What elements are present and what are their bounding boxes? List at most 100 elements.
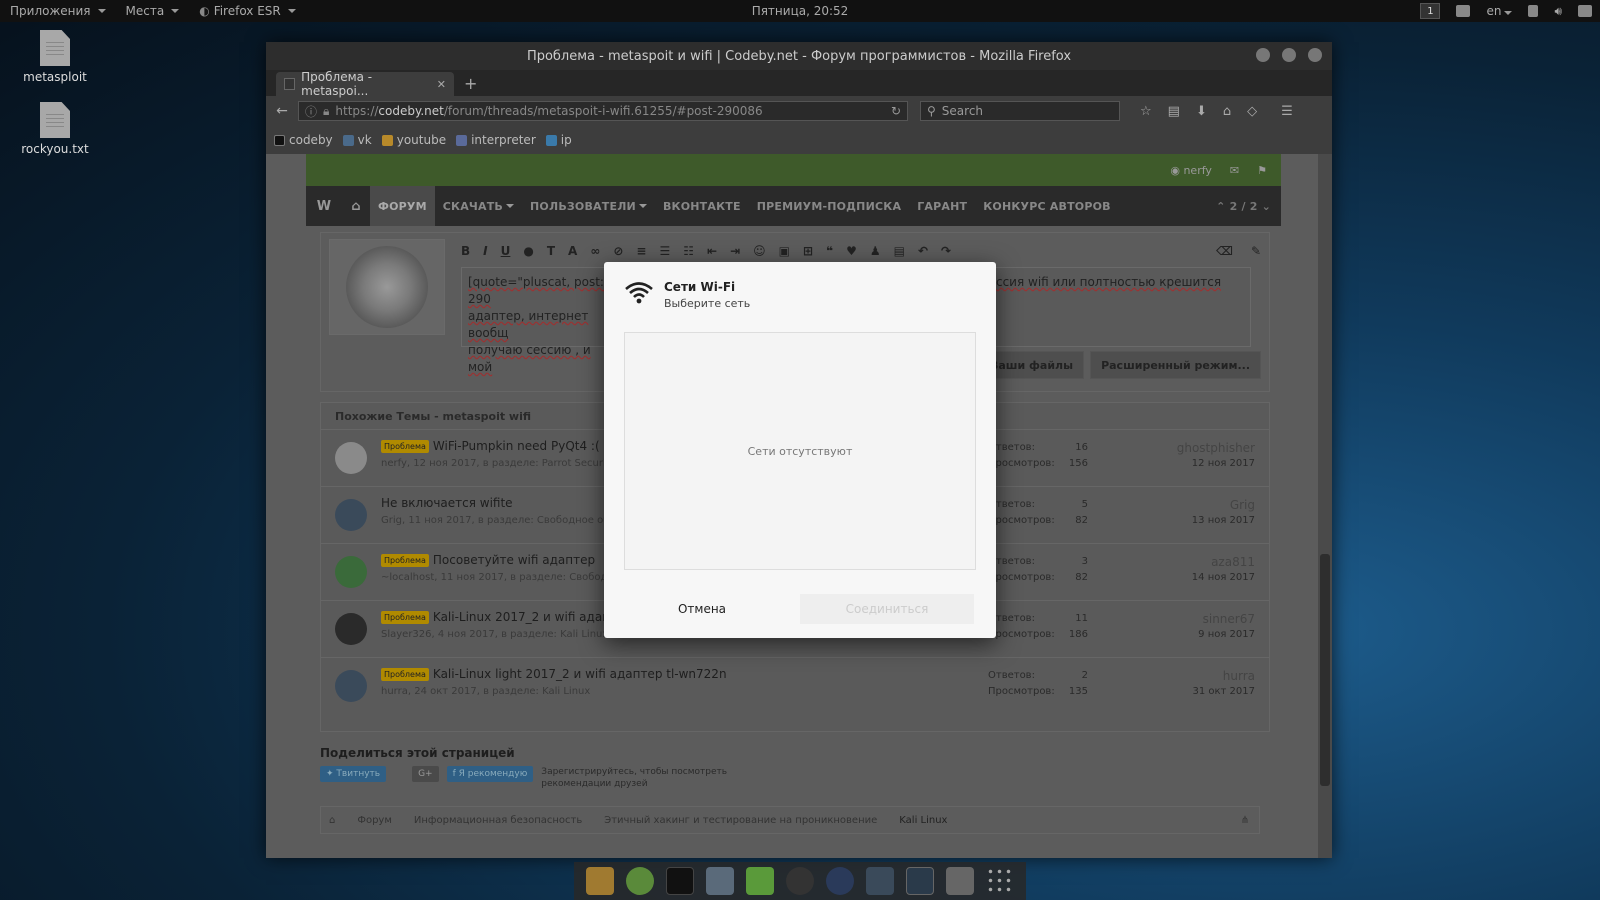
bookmark-interpreter[interactable]: interpreter <box>456 133 536 147</box>
dock-app-icon[interactable] <box>786 867 814 895</box>
media-icon[interactable]: ⊞ <box>803 244 813 258</box>
last-post-user[interactable]: sinner67 <box>1198 611 1255 627</box>
eraser-icon[interactable]: ⌫ <box>1216 244 1233 258</box>
bookmark-vk[interactable]: vk <box>342 133 372 147</box>
thread-title[interactable]: Проблема Посоветуйте wifi адаптер <box>381 553 595 567</box>
close-window-button[interactable] <box>1308 48 1322 62</box>
tab-close-icon[interactable]: ✕ <box>437 78 446 91</box>
dock-app-icon[interactable] <box>826 867 854 895</box>
cancel-button[interactable]: Отмена <box>604 594 800 624</box>
underline-icon[interactable]: U <box>501 244 511 258</box>
scrollbar-thumb[interactable] <box>1320 554 1330 786</box>
thread-title[interactable]: Проблема WiFi-Pumpkin need PyQt4 :( <box>381 439 600 453</box>
nav-contest[interactable]: КОНКУРС АВТОРОВ <box>975 186 1119 226</box>
minimize-button[interactable] <box>1256 48 1270 62</box>
thread-author-avatar[interactable] <box>335 613 367 645</box>
users-icon[interactable]: ♟ <box>870 244 881 258</box>
breadcrumb-item[interactable]: Форум <box>357 815 392 826</box>
power-icon[interactable] <box>1578 5 1592 17</box>
thread-author-avatar[interactable] <box>335 442 367 474</box>
tab-active[interactable]: Проблема - metaspoi... ✕ <box>276 70 454 98</box>
user-account[interactable]: ◉ nerfy <box>1170 164 1212 177</box>
workspace-indicator[interactable]: 1 <box>1420 3 1441 19</box>
page-scrollbar[interactable] <box>1318 154 1332 858</box>
breadcrumb-item[interactable]: Информационная безопасность <box>414 815 582 826</box>
dock-app-icon[interactable] <box>866 867 894 895</box>
quote-icon[interactable]: ❝ <box>826 244 833 258</box>
url-bar[interactable]: ⓘ 🔒︎ https://codeby.net/forum/threads/me… <box>298 101 908 121</box>
reload-icon[interactable]: ↻ <box>891 104 901 118</box>
apps-menu[interactable]: Приложения <box>0 0 116 22</box>
outdent-icon[interactable]: ⇤ <box>707 244 717 258</box>
language-indicator[interactable]: en <box>1486 4 1513 18</box>
places-menu[interactable]: Места <box>116 0 190 22</box>
last-post-user[interactable]: Grig <box>1192 497 1255 513</box>
font-icon[interactable]: A <box>568 244 577 258</box>
bookmark-star-icon[interactable]: ☆ <box>1140 104 1152 119</box>
smiley-icon[interactable]: ☺ <box>753 244 766 258</box>
dock-app-icon[interactable] <box>586 867 614 895</box>
bullet-list-icon[interactable]: ☰ <box>659 244 670 258</box>
nav-premium[interactable]: ПРЕМИУМ-ПОДПИСКА <box>749 186 909 226</box>
breadcrumb-item[interactable]: Этичный хакинг и тестирование на проникн… <box>604 815 877 826</box>
search-input[interactable]: ⚲ Search <box>920 101 1120 121</box>
connect-button[interactable]: Соединиться <box>800 594 974 624</box>
facebook-recommend-button[interactable]: f Я рекомендую <box>446 766 534 782</box>
last-post-user[interactable]: hurra <box>1192 668 1255 684</box>
dock-folder-icon[interactable] <box>706 867 734 895</box>
thread-row[interactable]: Проблема Kali-Linux light 2017_2 и wifi а… <box>321 657 1269 714</box>
wrench-icon[interactable]: ✎ <box>1251 244 1261 258</box>
back-arrow-icon[interactable]: ← <box>272 103 292 119</box>
dock-app-icon[interactable] <box>626 867 654 895</box>
library-icon[interactable]: ▤ <box>1168 104 1180 119</box>
like-icon[interactable]: ♥ <box>846 244 857 258</box>
unlink-icon[interactable]: ⊘ <box>613 244 623 258</box>
breadcrumb-home-icon[interactable]: ⌂ <box>329 815 335 826</box>
download-icon[interactable]: ⬇ <box>1196 104 1207 119</box>
nav-users[interactable]: ПОЛЬЗОВАТЕЛИ <box>522 186 655 226</box>
dock-apps-grid-icon[interactable] <box>986 867 1014 895</box>
envelope-icon[interactable]: ✉ <box>1230 164 1239 177</box>
redo-icon[interactable]: ↷ <box>941 244 951 258</box>
image-icon[interactable]: ▣ <box>779 244 790 258</box>
thread-author-avatar[interactable] <box>335 499 367 531</box>
indent-icon[interactable]: ⇥ <box>730 244 740 258</box>
undo-icon[interactable]: ↶ <box>918 244 928 258</box>
color-icon[interactable]: ● <box>523 244 533 258</box>
bookmark-ip[interactable]: ip <box>545 133 572 147</box>
font-size-icon[interactable]: T <box>547 244 555 258</box>
tweet-button[interactable]: ✦ Твитнуть <box>320 766 387 782</box>
numbered-list-icon[interactable]: ☷ <box>683 244 694 258</box>
page-navigator[interactable]: ⌃ 2 / 2 ⌄ <box>1216 200 1281 213</box>
thread-author-avatar[interactable] <box>335 670 367 702</box>
thread-author-avatar[interactable] <box>335 556 367 588</box>
dock-app-icon[interactable] <box>946 867 974 895</box>
window-titlebar[interactable]: Проблема - metaspoit и wifi | Codeby.net… <box>266 42 1332 70</box>
home-icon[interactable]: ⌂ <box>1223 104 1231 119</box>
save-icon[interactable]: ▤ <box>894 244 905 258</box>
advanced-mode-button[interactable]: Расширенный режим... <box>1090 351 1261 379</box>
thread-title[interactable]: Проблема Kali-Linux light 2017_2 и wifi а… <box>381 667 727 681</box>
nav-vkontakte[interactable]: ВКОНТАКТЕ <box>655 186 749 226</box>
flag-icon[interactable]: ⚑ <box>1257 164 1267 177</box>
align-icon[interactable]: ≡ <box>636 244 646 258</box>
bookmark-youtube[interactable]: youtube <box>381 133 446 147</box>
desktop-icon-metasploit[interactable]: metasploit <box>10 30 100 84</box>
new-tab-button[interactable]: + <box>454 72 487 96</box>
nav-forum[interactable]: ФОРУМ <box>370 186 435 226</box>
link-icon[interactable]: ∞ <box>590 244 600 258</box>
site-logo-icon[interactable]: W <box>306 186 342 226</box>
dock-app-icon[interactable] <box>906 867 934 895</box>
maximize-button[interactable] <box>1282 48 1296 62</box>
dock-editor-icon[interactable] <box>746 867 774 895</box>
info-icon[interactable]: ⓘ <box>305 103 317 120</box>
thread-title[interactable]: Не включается wifite <box>381 496 513 510</box>
last-post-user[interactable]: aza811 <box>1192 554 1255 570</box>
pocket-icon[interactable]: ◇ <box>1247 104 1257 119</box>
sitemap-icon[interactable]: ⋔ <box>1241 815 1249 826</box>
last-post-user[interactable]: ghostphisher <box>1177 440 1255 456</box>
bookmark-codeby[interactable]: codeby <box>274 133 333 147</box>
menu-hamburger-icon[interactable]: ☰ <box>1281 104 1293 119</box>
network-list[interactable]: Сети отсутствуют <box>624 332 976 570</box>
users-icon[interactable] <box>1456 5 1471 17</box>
